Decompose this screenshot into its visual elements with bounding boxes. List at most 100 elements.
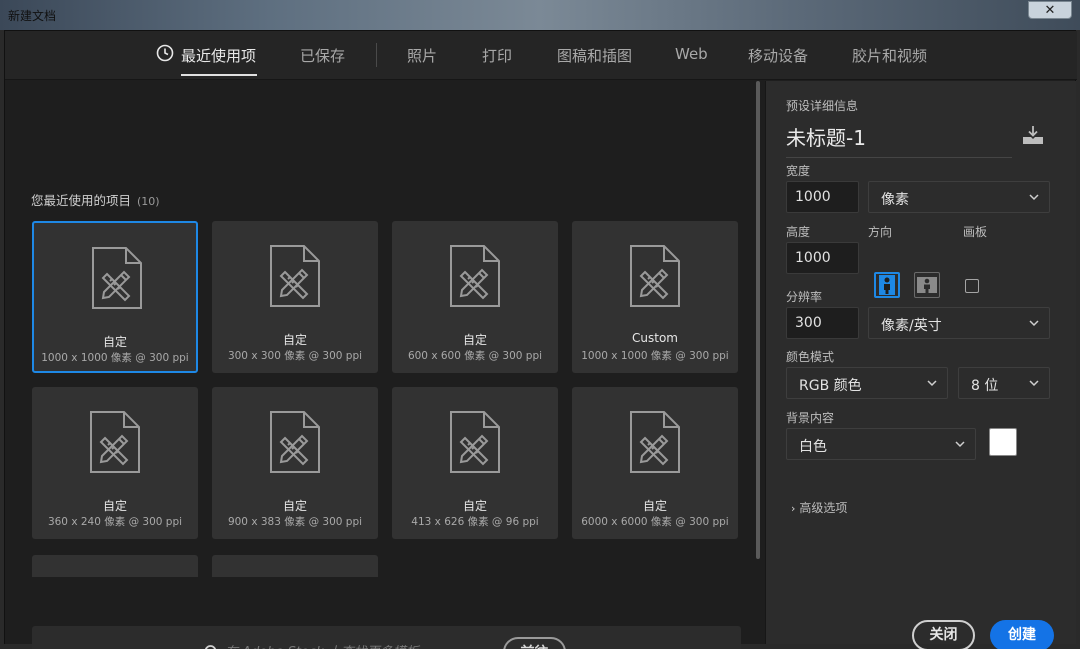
resolution-unit-select[interactable]: 像素/英寸 — [868, 307, 1050, 339]
preset-size: 6000 x 6000 像素 @ 300 ppi — [581, 516, 729, 528]
stock-go-button[interactable]: 前往 — [503, 637, 566, 649]
preset-size: 360 x 240 像素 @ 300 ppi — [47, 516, 183, 528]
tab-photo[interactable]: 照片 — [407, 45, 437, 66]
background-content-select[interactable]: 白色 — [786, 428, 976, 460]
background-value: 白色 — [799, 439, 827, 455]
close-icon: ✕ — [1044, 2, 1056, 18]
tab-separator — [376, 43, 377, 67]
document-preset-icon — [270, 245, 320, 307]
chevron-down-icon — [1029, 320, 1039, 327]
resolution-unit-value: 像素/英寸 — [881, 318, 942, 334]
tab-web[interactable]: Web — [675, 45, 708, 63]
width-label: 宽度 — [786, 164, 811, 178]
color-mode-select[interactable]: RGB 颜色 — [786, 367, 948, 399]
preset-size: 600 x 600 像素 @ 300 ppi — [407, 350, 543, 362]
background-label: 背景内容 — [786, 411, 835, 425]
preset-tile[interactable]: 自定 300 x 300 像素 @ 300 ppi — [212, 221, 378, 373]
chevron-down-icon — [927, 380, 937, 387]
color-mode-label: 颜色模式 — [786, 350, 835, 364]
width-input[interactable]: 1000 — [786, 181, 859, 213]
height-input[interactable]: 1000 — [786, 242, 859, 274]
tab-art-illustration[interactable]: 图稿和插图 — [557, 45, 632, 66]
stock-search-bar: 前往 — [32, 626, 741, 649]
resolution-input[interactable]: 300 — [786, 307, 859, 339]
landscape-icon — [917, 277, 937, 293]
resolution-label: 分辨率 — [786, 290, 823, 304]
artboard-label: 画板 — [963, 225, 988, 239]
height-label: 高度 — [786, 225, 811, 239]
preset-tile[interactable]: 自定 600 x 600 像素 @ 300 ppi — [392, 221, 558, 373]
stock-search-input[interactable] — [225, 639, 495, 649]
bit-depth-select[interactable]: 8 位 — [958, 367, 1050, 399]
document-preset-icon — [90, 411, 140, 473]
category-tabs: 最近使用项 已保存 照片 打印 图稿和插图 Web 移动设备 胶片和视频 — [5, 31, 1077, 80]
document-preset-icon — [450, 411, 500, 473]
scrollbar[interactable] — [756, 81, 760, 559]
preset-name: 自定 — [282, 499, 307, 513]
chevron-right-icon: › — [791, 502, 796, 515]
search-icon — [204, 645, 217, 649]
advanced-options-toggle[interactable]: › 高级选项 — [791, 499, 847, 516]
preset-name: 自定 — [102, 499, 127, 513]
preset-tile[interactable]: 自定 1000 x 1000 像素 @ 300 ppi — [32, 221, 198, 373]
preset-tile[interactable]: Custom 1000 x 1000 像素 @ 300 ppi — [572, 221, 738, 373]
preset-name: Custom — [632, 331, 678, 345]
preset-details-panel: 预设详细信息 未标题-1 宽度 1000 像素 高度 1000 方向 画板 分辨… — [765, 81, 1076, 649]
tab-mobile[interactable]: 移动设备 — [748, 45, 808, 66]
window-title: 新建文档 — [8, 9, 57, 23]
document-preset-icon — [630, 245, 680, 307]
orientation-landscape-button[interactable] — [914, 272, 940, 298]
preset-tile-partial[interactable] — [32, 555, 198, 577]
document-preset-icon — [92, 247, 142, 309]
bit-depth-value: 8 位 — [971, 378, 999, 394]
preset-size: 300 x 300 像素 @ 300 ppi — [227, 350, 363, 362]
preset-name: 自定 — [102, 335, 127, 349]
advanced-options-label: 高级选项 — [799, 501, 848, 515]
chevron-down-icon — [1029, 380, 1039, 387]
clock-icon — [156, 44, 174, 62]
chevron-down-icon — [1029, 194, 1039, 201]
preset-name: 自定 — [462, 333, 487, 347]
save-preset-icon[interactable] — [1022, 125, 1044, 145]
new-document-dialog: 最近使用项 已保存 照片 打印 图稿和插图 Web 移动设备 胶片和视频 您最近… — [4, 30, 1077, 649]
document-preset-icon — [630, 411, 680, 473]
width-unit-value: 像素 — [881, 192, 909, 208]
chevron-down-icon — [955, 441, 965, 448]
preset-name: 自定 — [642, 499, 667, 513]
preset-tile-partial[interactable] — [212, 555, 378, 577]
recent-count: (10) — [137, 195, 160, 208]
recent-items-panel: 您最近使用的项目 (10) 自定 1000 x 1000 像素 @ 300 ppi… — [5, 81, 765, 649]
tab-print[interactable]: 打印 — [482, 45, 512, 66]
artboard-checkbox[interactable] — [965, 279, 979, 293]
width-unit-select[interactable]: 像素 — [868, 181, 1050, 213]
window-titlebar: 新建文档 ✕ — [0, 0, 1080, 30]
orientation-portrait-button[interactable] — [874, 272, 900, 298]
preset-size: 900 x 383 像素 @ 300 ppi — [227, 516, 363, 528]
recent-section-title: 您最近使用的项目 (10) — [31, 190, 160, 209]
background-color-swatch[interactable] — [989, 428, 1017, 456]
close-button[interactable]: 关闭 — [912, 620, 975, 649]
preset-name: 自定 — [282, 333, 307, 347]
preset-tile[interactable]: 自定 360 x 240 像素 @ 300 ppi — [32, 387, 198, 539]
orientation-label: 方向 — [868, 225, 893, 239]
create-button[interactable]: 创建 — [990, 620, 1054, 649]
window-close-button[interactable]: ✕ — [1028, 1, 1072, 19]
tab-film-video[interactable]: 胶片和视频 — [852, 45, 927, 66]
color-mode-value: RGB 颜色 — [799, 378, 862, 394]
preset-name: 自定 — [462, 499, 487, 513]
tab-saved[interactable]: 已保存 — [300, 45, 345, 66]
recent-title-text: 您最近使用的项目 — [31, 193, 132, 208]
document-preset-icon — [270, 411, 320, 473]
tab-recent[interactable]: 最近使用项 — [181, 45, 256, 66]
active-tab-indicator — [181, 74, 257, 76]
preset-tile[interactable]: 自定 900 x 383 像素 @ 300 ppi — [212, 387, 378, 539]
portrait-icon — [879, 275, 895, 295]
preset-size: 1000 x 1000 像素 @ 300 ppi — [581, 350, 729, 362]
preset-details-label: 预设详细信息 — [786, 99, 859, 113]
document-preset-icon — [450, 245, 500, 307]
preset-tile[interactable]: 自定 413 x 626 像素 @ 96 ppi — [392, 387, 558, 539]
preset-tile[interactable]: 自定 6000 x 6000 像素 @ 300 ppi — [572, 387, 738, 539]
document-name-field[interactable]: 未标题-1 — [786, 122, 1012, 158]
preset-size: 1000 x 1000 像素 @ 300 ppi — [41, 352, 189, 364]
preset-size: 413 x 626 像素 @ 96 ppi — [411, 516, 539, 528]
